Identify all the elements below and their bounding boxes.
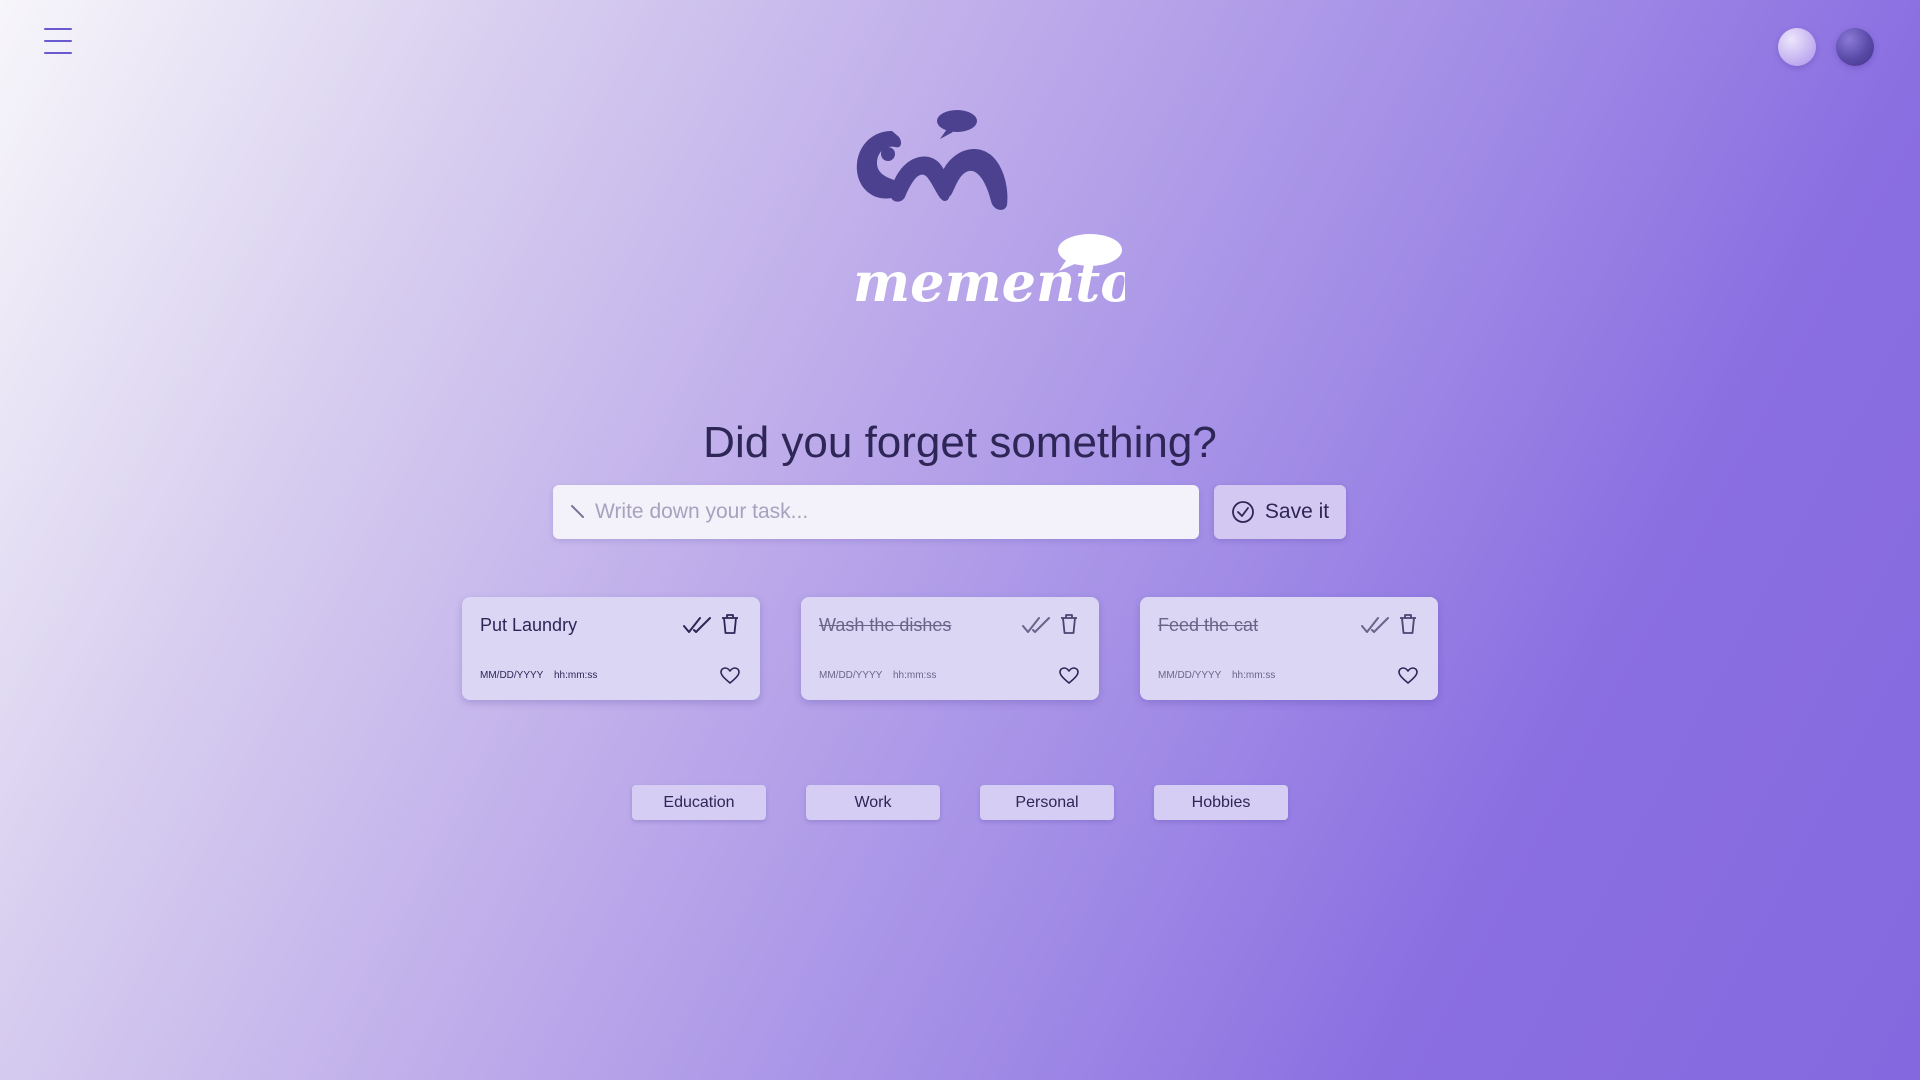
pencil-icon <box>571 505 584 518</box>
save-button[interactable]: Save it <box>1214 485 1346 539</box>
trash-icon[interactable] <box>1059 613 1079 635</box>
task-input[interactable] <box>595 485 1199 539</box>
check-circle-icon <box>1231 501 1254 523</box>
dark-theme-toggle[interactable] <box>1836 28 1874 66</box>
trash-icon[interactable] <box>720 613 740 635</box>
category-work-button[interactable]: Work <box>806 785 940 820</box>
menu-line <box>44 52 72 54</box>
hamburger-menu-icon[interactable] <box>44 28 72 54</box>
task-title: Put Laundry <box>480 615 578 635</box>
category-education-button[interactable]: Education <box>632 785 766 820</box>
task-time: hh:mm:ss <box>1232 670 1276 681</box>
light-theme-toggle[interactable] <box>1778 28 1816 66</box>
menu-line <box>44 40 72 42</box>
task-card: Feed the cat MM/DD/YYYY hh:mm:ss <box>1140 597 1438 700</box>
task-date: MM/DD/YYYY <box>480 670 544 681</box>
memento-logo: memento <box>855 110 1125 310</box>
task-time: hh:mm:ss <box>893 670 937 681</box>
task-date: MM/DD/YYYY <box>819 670 883 681</box>
double-check-icon[interactable] <box>1361 615 1389 635</box>
task-card: Wash the dishes MM/DD/YYYY hh:mm:ss <box>801 597 1099 700</box>
menu-line <box>44 28 72 30</box>
task-title: Feed the cat <box>1158 615 1259 635</box>
logo-text: memento <box>855 250 1125 310</box>
task-input-container <box>553 485 1199 539</box>
save-button-label: Save it <box>1264 500 1330 523</box>
task-card: Put Laundry MM/DD/YYYY hh:mm:ss <box>462 597 760 700</box>
trash-icon[interactable] <box>1398 613 1418 635</box>
double-check-icon[interactable] <box>1022 615 1050 635</box>
heart-icon[interactable] <box>720 667 740 685</box>
double-check-icon[interactable] <box>683 615 711 635</box>
category-personal-button[interactable]: Personal <box>980 785 1114 820</box>
page-title: Did you forget something? <box>703 418 1217 467</box>
task-time: hh:mm:ss <box>554 670 598 681</box>
task-title: Wash the dishes <box>819 615 952 635</box>
heart-icon[interactable] <box>1398 667 1418 685</box>
category-hobbies-button[interactable]: Hobbies <box>1154 785 1288 820</box>
task-date: MM/DD/YYYY <box>1158 670 1222 681</box>
heart-icon[interactable] <box>1059 667 1079 685</box>
